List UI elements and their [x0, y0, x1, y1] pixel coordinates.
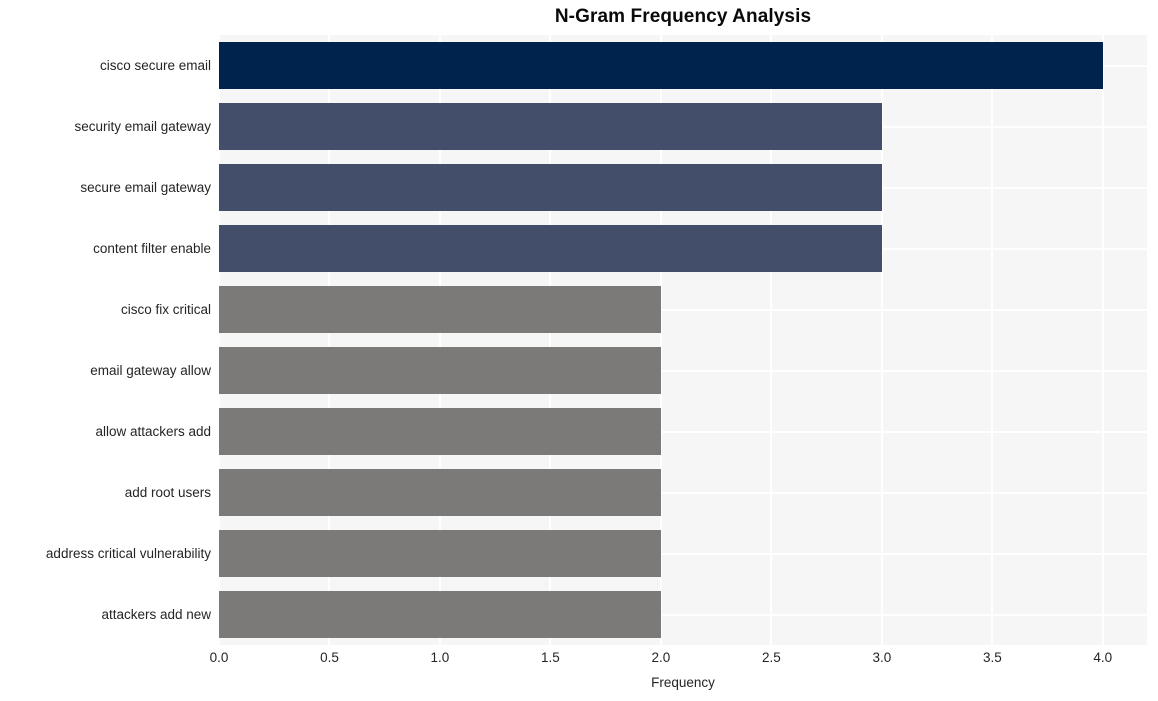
bar [219, 164, 882, 211]
y-axis-tick-labels: cisco secure email security email gateway… [0, 35, 211, 645]
x-axis-title: Frequency [651, 675, 715, 690]
x-tick-label: 0.0 [209, 650, 229, 665]
bar [219, 408, 661, 455]
y-tick-label: email gateway allow [90, 362, 211, 378]
x-tick-label: 2.0 [651, 650, 671, 665]
y-tick-label: address critical vulnerability [45, 545, 211, 561]
y-tick-label: security email gateway [74, 118, 211, 134]
y-tick-label: cisco secure email [99, 57, 211, 73]
bar [219, 42, 1103, 89]
x-tick-label: 1.0 [430, 650, 450, 665]
x-tick-label: 3.0 [872, 650, 892, 665]
plot-area [219, 35, 1147, 645]
y-tick-label: secure email gateway [80, 179, 211, 195]
bar [219, 286, 661, 333]
bar [219, 225, 882, 272]
chart-title: N-Gram Frequency Analysis [554, 6, 812, 27]
bar [219, 469, 661, 516]
x-tick-label: 4.0 [1093, 650, 1113, 665]
x-tick-label: 0.5 [320, 650, 339, 665]
y-tick-label: content filter enable [93, 240, 211, 256]
bar [219, 591, 661, 638]
x-tick-label: 3.5 [982, 650, 1002, 665]
y-tick-label: add root users [124, 484, 211, 500]
y-tick-label: allow attackers add [95, 423, 211, 439]
x-tick-label: 1.5 [541, 650, 560, 665]
y-tick-label: attackers add new [101, 606, 211, 622]
bar [219, 347, 661, 394]
y-tick-label: cisco fix critical [120, 301, 211, 317]
chart-figure: N-Gram Frequency Analysis cisco secure e… [0, 0, 1158, 701]
x-tick-label: 2.5 [761, 650, 781, 665]
x-axis-tick-labels: 0.0 0.5 1.0 1.5 2.0 2.5 3.0 3.5 4.0 [210, 650, 1147, 670]
bar [219, 530, 661, 577]
bar [219, 103, 882, 150]
